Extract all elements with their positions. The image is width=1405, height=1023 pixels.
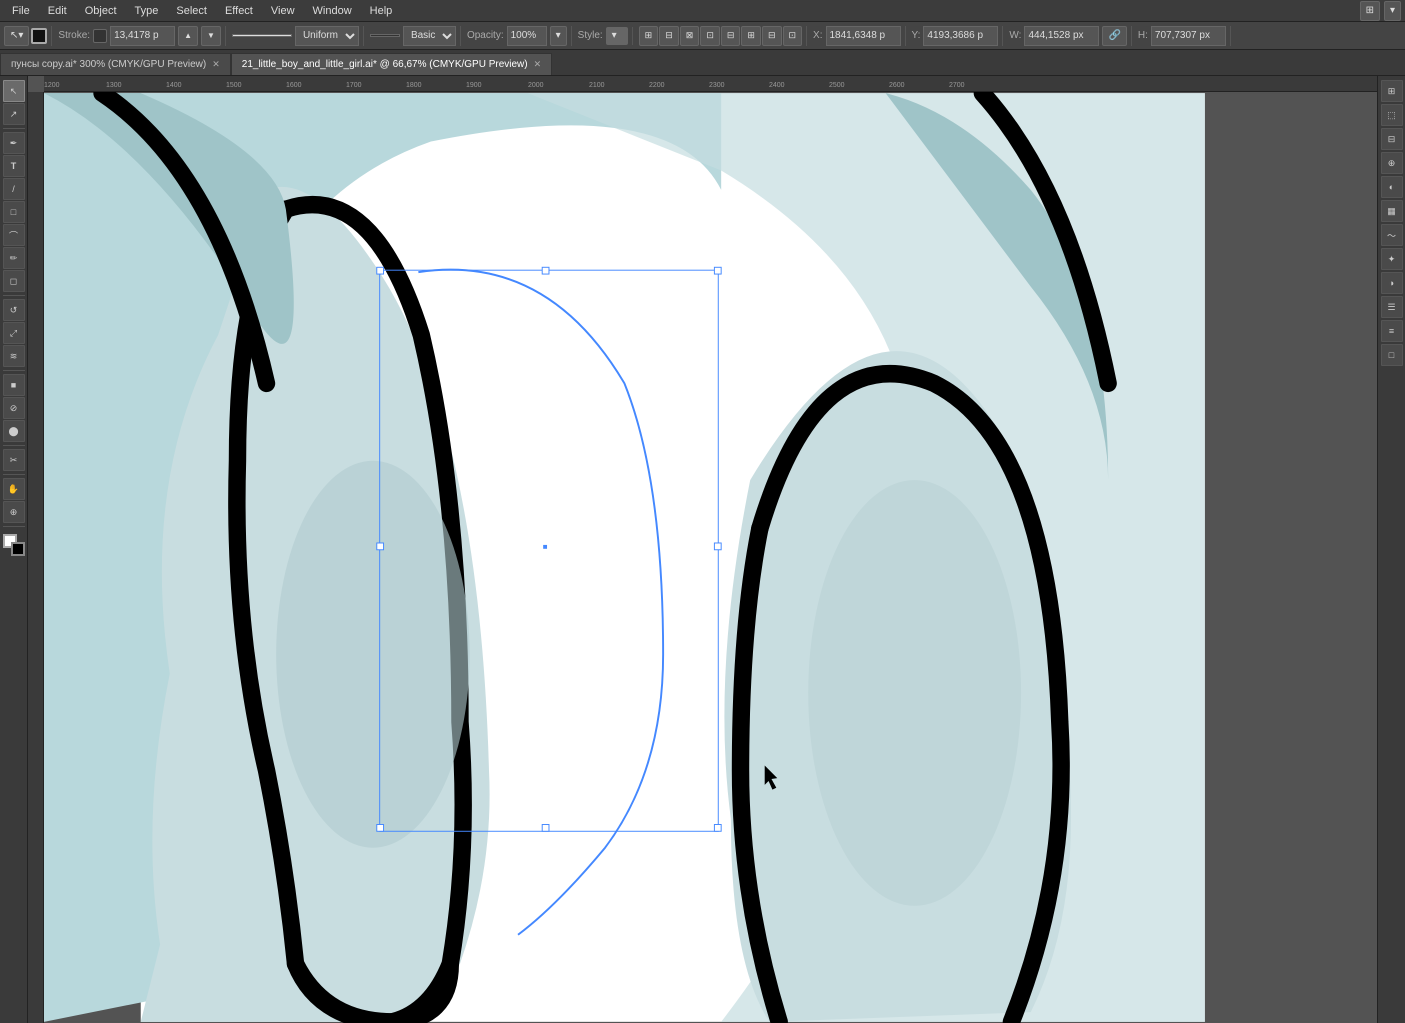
rect-tool[interactable]: □ [3, 201, 25, 223]
distribute-v[interactable]: ⊡ [783, 26, 803, 46]
direct-select-tool[interactable]: ↗ [3, 103, 25, 125]
tab-little-boy[interactable]: 21_little_boy_and_little_girl.ai* @ 66,6… [231, 53, 552, 75]
stroke-blend-select[interactable]: Uniform [295, 26, 359, 46]
distribute-h[interactable]: ⊟ [762, 26, 782, 46]
y-label: Y: [912, 30, 921, 41]
stroke-color-swatch[interactable] [93, 29, 107, 43]
stroke-up[interactable]: ▲ [178, 26, 198, 46]
style-dropdown[interactable]: ▾ [606, 27, 628, 45]
x-coord-input[interactable] [826, 26, 901, 46]
align-center-v[interactable]: ⊟ [721, 26, 741, 46]
y-coord-input[interactable] [923, 26, 998, 46]
lock-proportions[interactable]: 🔗 [1102, 26, 1126, 46]
transform-panel-icon[interactable]: ⬚ [1381, 104, 1403, 126]
appearance-panel-btn[interactable]: ◑ [1381, 272, 1403, 294]
pencil-tool[interactable]: ✏ [3, 247, 25, 269]
stroke-width-input[interactable] [110, 26, 175, 46]
stroke-down[interactable]: ▼ [201, 26, 221, 46]
w-size-input[interactable] [1024, 26, 1099, 46]
type-tool[interactable]: T [3, 155, 25, 177]
align-center-h[interactable]: ⊟ [659, 26, 679, 46]
selection-tool-mode[interactable]: ↖▾ [4, 26, 29, 46]
artwork-canvas[interactable] [44, 92, 1349, 1023]
align-panel-btn[interactable]: ⊟ [1381, 128, 1403, 150]
canvas-area[interactable]: 1200 1300 1400 1500 1600 1700 1800 1900 … [28, 76, 1377, 1023]
align-bottom[interactable]: ⊞ [741, 26, 761, 46]
layers-panel-btn[interactable]: ≡ [1381, 320, 1403, 342]
menu-object[interactable]: Object [77, 3, 125, 19]
stroke-basic-select[interactable]: Basic [403, 26, 456, 46]
horizontal-ruler: 1200 1300 1400 1500 1600 1700 1800 1900 … [44, 76, 1377, 92]
symbols-panel-btn[interactable]: ✦ [1381, 248, 1403, 270]
zoom-tool[interactable]: ⊕ [3, 501, 25, 523]
artboards-panel-btn[interactable]: □ [1381, 344, 1403, 366]
graphic-styles-btn[interactable]: ☰ [1381, 296, 1403, 318]
menu-help[interactable]: Help [362, 3, 401, 19]
w-label: W: [1009, 30, 1021, 41]
menu-type[interactable]: Type [127, 3, 167, 19]
document-tabs: пунсы copy.ai* 300% (CMYK/GPU Preview) ✕… [0, 50, 1405, 76]
hand-tool[interactable]: ✋ [3, 478, 25, 500]
opacity-label: Opacity: [467, 30, 504, 41]
main-layout: ↖ ↗ ✒ T / □ ⌒ ✏ ◻ ↺ ⤢ ≋ ■ ⊘ ⬤ ✂ ✋ ⊕ 12 [0, 76, 1405, 1023]
opacity-arrow[interactable]: ▾ [550, 26, 567, 46]
line-tool[interactable]: / [3, 178, 25, 200]
rotate-tool[interactable]: ↺ [3, 299, 25, 321]
scissors-tool[interactable]: ✂ [3, 449, 25, 471]
stroke-label: Stroke: [58, 30, 90, 41]
swatches-panel-btn[interactable]: ▦ [1381, 200, 1403, 222]
style-label: Style: [578, 30, 603, 41]
eyedropper-tool[interactable]: ⊘ [3, 397, 25, 419]
select-tool[interactable]: ↖ [3, 80, 25, 102]
color-panel-btn[interactable]: ◐ [1381, 176, 1403, 198]
vertical-ruler [28, 92, 44, 1023]
menu-file[interactable]: File [4, 3, 38, 19]
tab-label-2: 21_little_boy_and_little_girl.ai* @ 66,6… [242, 59, 528, 70]
left-toolbox: ↖ ↗ ✒ T / □ ⌒ ✏ ◻ ↺ ⤢ ≋ ■ ⊘ ⬤ ✂ ✋ ⊕ [0, 76, 28, 1023]
align-left[interactable]: ⊞ [639, 26, 659, 46]
h-size-input[interactable] [1151, 26, 1226, 46]
align-right[interactable]: ⊠ [680, 26, 700, 46]
paintbrush-tool[interactable]: ⌒ [3, 224, 25, 246]
blend-tool[interactable]: ⬤ [3, 420, 25, 442]
pen-tool[interactable]: ✒ [3, 132, 25, 154]
menu-window[interactable]: Window [305, 3, 360, 19]
eraser-tool[interactable]: ◻ [3, 270, 25, 292]
properties-toolbar: ↖▾ Stroke: ▲ ▼ Uniform Basic Opacity: ▾ … [0, 22, 1405, 50]
workspace-switcher[interactable]: ⊞ [1360, 1, 1380, 21]
scale-tool[interactable]: ⤢ [3, 322, 25, 344]
arrange-button[interactable]: ▾ [1384, 1, 1401, 21]
menu-edit[interactable]: Edit [40, 3, 75, 19]
menu-select[interactable]: Select [168, 3, 215, 19]
menu-bar: File Edit Object Type Select Effect View… [0, 0, 1405, 22]
menu-view[interactable]: View [263, 3, 303, 19]
stroke-fill-icon[interactable] [31, 28, 47, 44]
tab-punsy-copy[interactable]: пунсы copy.ai* 300% (CMYK/GPU Preview) ✕ [0, 53, 231, 75]
align-top[interactable]: ⊡ [700, 26, 720, 46]
stroke-swatch[interactable] [11, 542, 25, 556]
menu-effect[interactable]: Effect [217, 3, 261, 19]
tab-close-2[interactable]: ✕ [534, 59, 542, 70]
pathfinder-panel-btn[interactable]: ⊕ [1381, 152, 1403, 174]
navigator-panel-icon[interactable]: ⊞ [1381, 80, 1403, 102]
tab-close-1[interactable]: ✕ [212, 59, 220, 70]
gradient-tool[interactable]: ■ [3, 374, 25, 396]
warp-tool[interactable]: ≋ [3, 345, 25, 367]
h-label: H: [1138, 30, 1148, 41]
opacity-input[interactable] [507, 26, 547, 46]
x-label: X: [813, 30, 822, 41]
tab-label-1: пунсы copy.ai* 300% (CMYK/GPU Preview) [11, 59, 206, 70]
brushes-panel-btn[interactable]: 〜 [1381, 224, 1403, 246]
right-panel: ⊞ ⬚ ⊟ ⊕ ◐ ▦ 〜 ✦ ◑ ☰ ≡ □ [1377, 76, 1405, 1023]
